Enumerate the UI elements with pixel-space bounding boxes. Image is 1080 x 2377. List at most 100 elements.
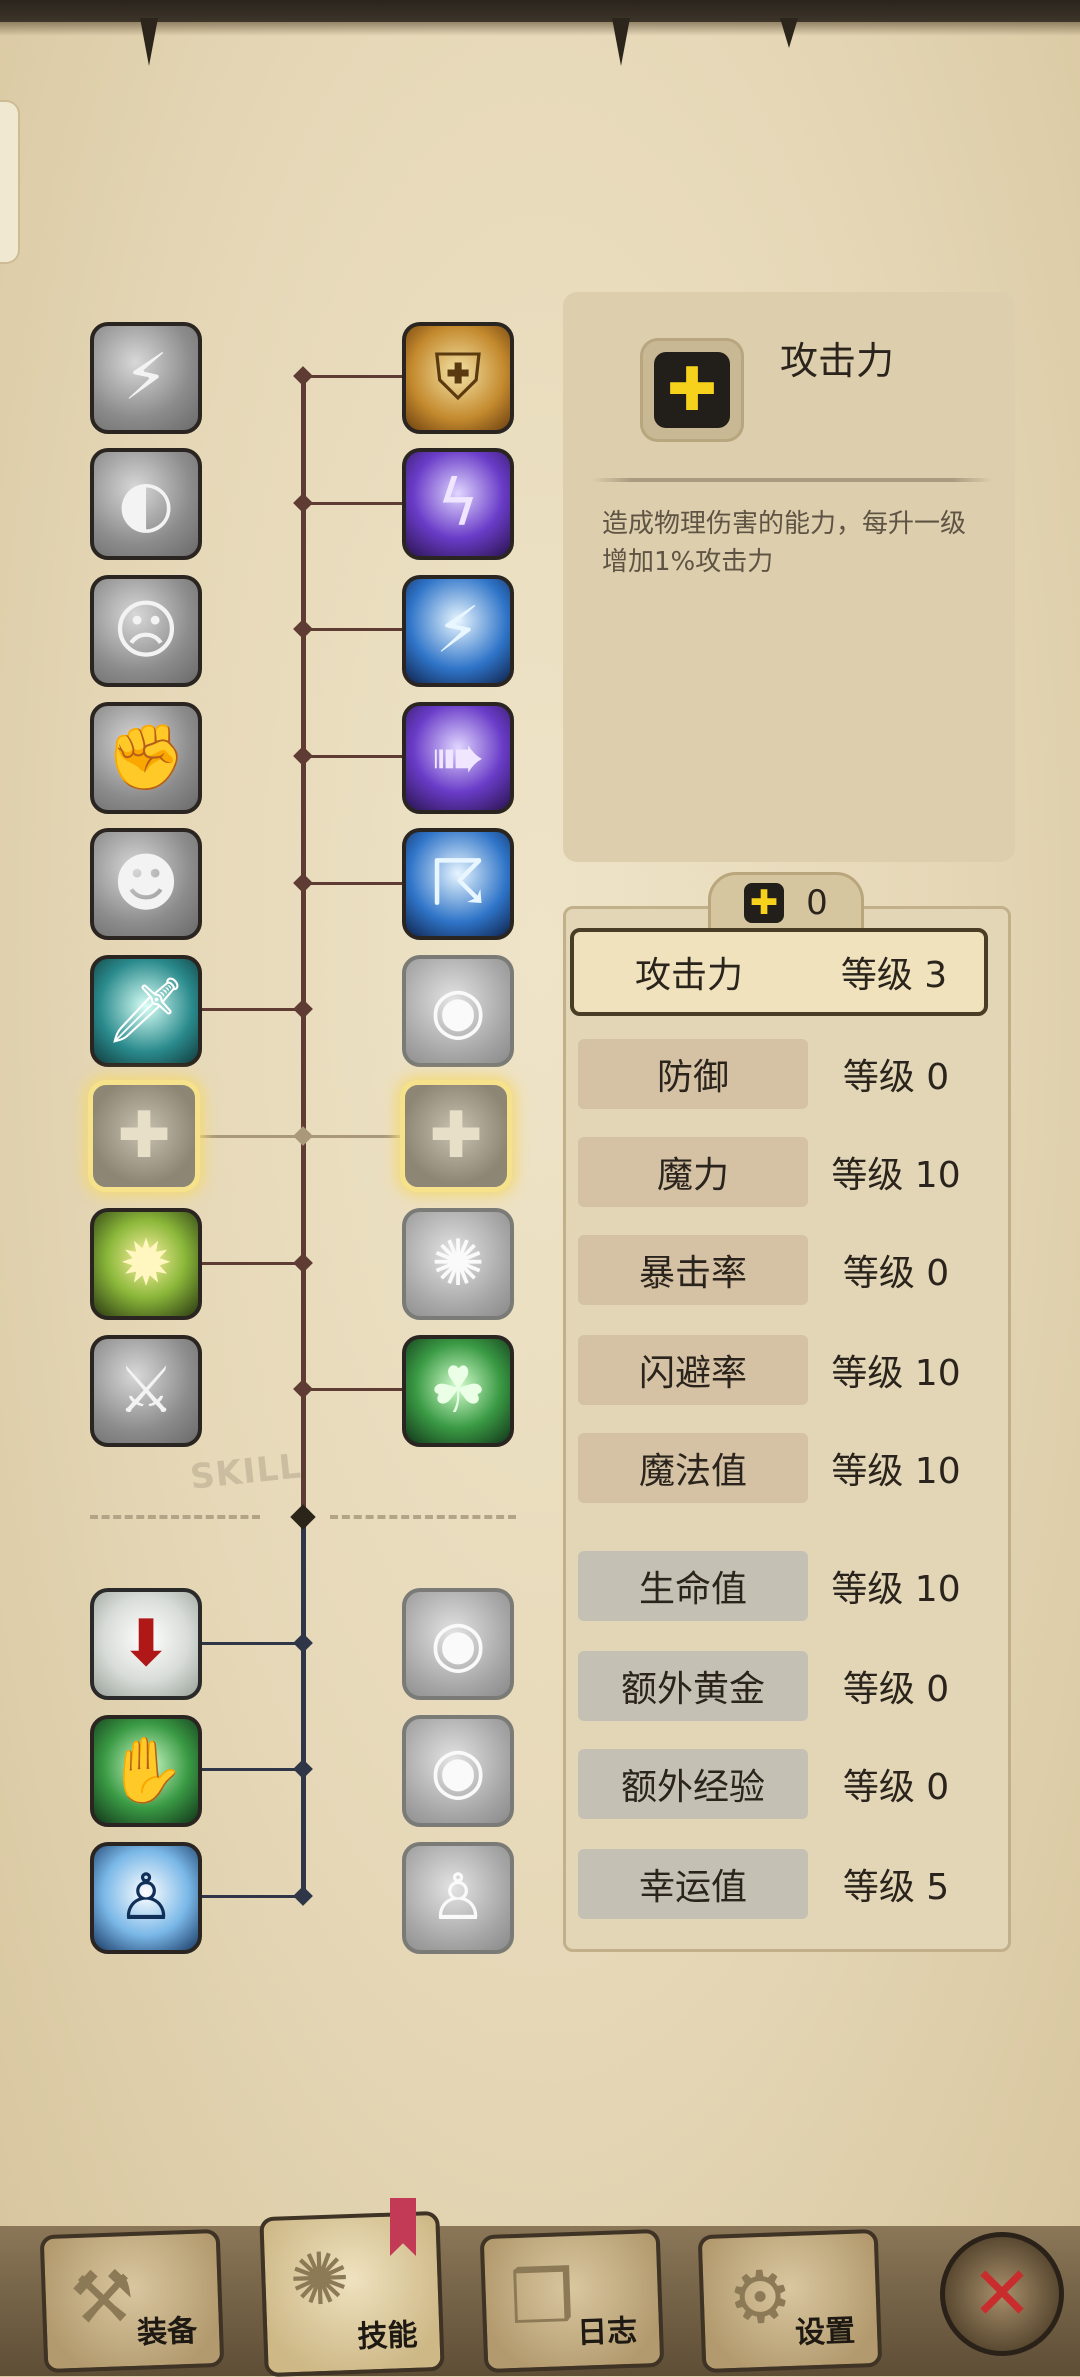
skill-treasure-drop-icon[interactable]: ⬇ (90, 1588, 202, 1700)
skill-roar-icon[interactable]: ☹ (90, 575, 202, 687)
tree-node (293, 1759, 313, 1779)
stat-level: 等级 10 (831, 1155, 961, 1196)
stat-name: 幸运值 (578, 1849, 808, 1919)
skill-treasure-eye-icon[interactable]: ◉ (402, 1588, 514, 1700)
info-title: 攻击力 (780, 339, 895, 383)
skill-points-tab: ✚ 0 (708, 872, 864, 934)
tree-branch (200, 1642, 302, 1645)
stat-row-magic[interactable]: 魔力 等级 10 (578, 1134, 984, 1210)
nav-label: 日志 (576, 2313, 638, 2351)
tree-node (293, 1379, 313, 1399)
stat-level: 等级 0 (842, 1253, 950, 1294)
info-description: 造成物理伤害的能力，每升一级增加1%攻击力 (602, 509, 967, 577)
skill-points-value: 0 (806, 883, 828, 923)
skill-treasure-hand-icon[interactable]: ✋ (90, 1715, 202, 1827)
tree-branch (200, 1262, 302, 1265)
skill-lightning-strike-icon[interactable]: ϟ (402, 448, 514, 560)
section-divider (330, 1515, 516, 1523)
stat-name: 额外黄金 (578, 1651, 808, 1721)
tree-node (293, 1886, 313, 1906)
info-divider (592, 478, 992, 482)
tree-branch (306, 755, 402, 758)
skill-tree-trunk (301, 370, 306, 1520)
top-frame (0, 0, 1080, 36)
journal-icon: ❒ (508, 2253, 576, 2341)
tree-branch (200, 1895, 302, 1898)
tree-node (293, 1633, 313, 1653)
stat-row-defense[interactable]: 防御 等级 0 (578, 1036, 984, 1112)
skill-luck-aura-icon[interactable]: ♙ (402, 1842, 514, 1954)
side-page-tab (0, 100, 20, 264)
skill-attack-selected-icon[interactable]: ✚ (88, 1080, 200, 1192)
tree-branch (306, 628, 402, 631)
stat-row-mana[interactable]: 魔法值 等级 10 (578, 1430, 984, 1506)
stat-name: 魔力 (578, 1137, 808, 1207)
tree-branch (200, 1768, 302, 1771)
skill-circle-icon: ✺ (288, 2236, 352, 2323)
frame-spike (612, 18, 630, 66)
skill-tree-trunk-lower (301, 1520, 306, 1900)
stat-name: 暴击率 (578, 1235, 808, 1305)
stat-row-crit-rate[interactable]: 暴击率 等级 0 (578, 1232, 984, 1308)
skill-attack-upgrade-icon[interactable]: ✚ (400, 1080, 512, 1192)
stat-name: 魔法值 (578, 1433, 808, 1503)
skill-slash-icon[interactable]: ⚡ (90, 322, 202, 434)
tree-node (293, 1253, 313, 1273)
skill-crossed-swords-icon[interactable]: ⚔ (90, 1335, 202, 1447)
gear-icon: ⚙ (726, 2253, 794, 2341)
nav-label: 设置 (794, 2313, 856, 2351)
tree-node (293, 619, 313, 639)
tree-branch (200, 1008, 302, 1011)
skill-aura-icon[interactable]: ♙ (90, 1842, 202, 1954)
skill-spirit-icon[interactable]: ☻ (90, 828, 202, 940)
tree-node (293, 746, 313, 766)
tree-branch (306, 375, 402, 378)
close-x-icon: ✕ (970, 2251, 1033, 2337)
skill-heal-icon[interactable]: ☘ (402, 1335, 514, 1447)
stat-level: 等级 10 (831, 1569, 961, 1610)
stat-row-luck[interactable]: 幸运值 等级 5 (578, 1846, 984, 1922)
skill-flame-warrior-icon[interactable]: ✹ (90, 1208, 202, 1320)
info-skill-icon: ✚ (640, 338, 744, 442)
stat-level: 等级 5 (842, 1867, 950, 1908)
tree-node-inactive (293, 1126, 313, 1146)
stat-name: 额外经验 (578, 1749, 808, 1819)
stat-row-dodge-rate[interactable]: 闪避率 等级 10 (578, 1332, 984, 1408)
plus-icon: ✚ (654, 352, 730, 428)
skill-explosion-icon[interactable]: ✺ (402, 1208, 514, 1320)
skill-section-label: SKILL (188, 1446, 304, 1498)
tree-branch (306, 882, 402, 885)
stat-name: 闪避率 (578, 1335, 808, 1405)
stat-row-extra-gold[interactable]: 额外黄金 等级 0 (578, 1648, 984, 1724)
section-divider (90, 1515, 260, 1523)
nav-settings-button[interactable]: ⚙ 设置 (697, 2228, 883, 2374)
stat-row-hp[interactable]: 生命值 等级 10 (578, 1548, 984, 1624)
skill-dagger-icon[interactable]: 🗡 (90, 955, 202, 1067)
skill-shield-icon[interactable]: ⛨ (402, 322, 514, 434)
tree-node (293, 493, 313, 513)
tree-junction-node (290, 1504, 316, 1530)
nav-skills-button[interactable]: ✺ 技能 (259, 2210, 445, 2377)
nav-journal-button[interactable]: ❒ 日志 (479, 2228, 665, 2374)
stat-row-attack[interactable]: 攻击力 等级 3 (570, 928, 988, 1016)
frame-spike (780, 18, 798, 48)
skill-thunder-icon[interactable]: ⚡ (402, 575, 514, 687)
close-button[interactable]: ✕ (940, 2232, 1064, 2356)
nav-equipment-button[interactable]: ⚒ 装备 (39, 2228, 225, 2374)
skill-dash-icon[interactable]: ➠ (402, 702, 514, 814)
stat-name: 攻击力 (634, 955, 743, 996)
nav-label: 装备 (136, 2313, 198, 2351)
stat-name: 防御 (578, 1039, 808, 1109)
skill-muscle-icon[interactable]: ✊ (90, 702, 202, 814)
stat-level: 等级 10 (831, 1451, 961, 1492)
tree-node (293, 366, 313, 386)
tree-branch (306, 502, 402, 505)
stat-level: 等级 10 (831, 1353, 961, 1394)
skill-swirl-icon[interactable]: ◐ (90, 448, 202, 560)
skill-eye-icon[interactable]: ◉ (402, 955, 514, 1067)
skill-chest-eye-icon[interactable]: ◉ (402, 1715, 514, 1827)
stat-row-extra-exp[interactable]: 额外经验 等级 0 (578, 1746, 984, 1822)
stat-level: 等级 0 (842, 1669, 950, 1710)
skill-storm-icon[interactable]: ☈ (402, 828, 514, 940)
nav-label: 技能 (356, 2317, 419, 2355)
